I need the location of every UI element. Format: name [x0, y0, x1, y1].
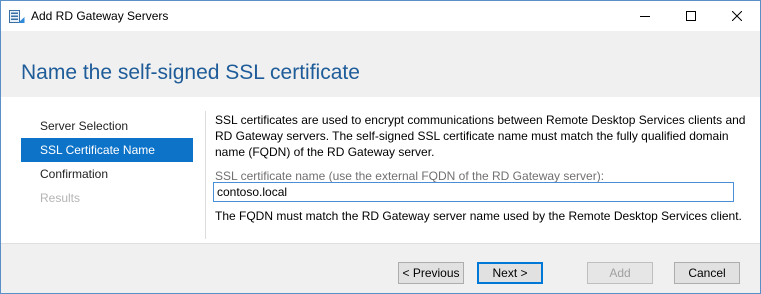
close-icon — [732, 11, 742, 21]
certificate-name-input[interactable] — [213, 182, 734, 202]
certificate-name-label: SSL certificate name (use the external F… — [215, 169, 605, 183]
fqdn-hint-text: The FQDN must match the RD Gateway serve… — [215, 209, 742, 223]
footer-divider — [1, 243, 760, 244]
minimize-icon — [640, 11, 650, 21]
nav-item-server-selection[interactable]: Server Selection — [21, 114, 193, 138]
server-manager-icon — [9, 9, 25, 23]
minimize-button[interactable] — [622, 1, 668, 31]
add-button: Add — [587, 262, 653, 284]
nav-item-ssl-certificate-name[interactable]: SSL Certificate Name — [21, 138, 193, 162]
nav-item-confirmation[interactable]: Confirmation — [21, 162, 193, 186]
description-text: SSL certificates are used to encrypt com… — [215, 113, 746, 159]
window-title: Add RD Gateway Servers — [31, 9, 169, 23]
nav-divider — [205, 111, 206, 239]
close-button[interactable] — [714, 1, 760, 31]
content-pane: Server Selection SSL Certificate Name Co… — [1, 97, 760, 243]
page-title: Name the self-signed SSL certificate — [21, 61, 360, 84]
cancel-button[interactable]: Cancel — [674, 262, 740, 284]
wizard-nav: Server Selection SSL Certificate Name Co… — [21, 114, 193, 210]
dialog-window: Add RD Gateway Servers Name the self-sig… — [0, 0, 761, 294]
title-bar[interactable]: Add RD Gateway Servers — [1, 1, 760, 31]
maximize-button[interactable] — [668, 1, 714, 31]
header-band: Name the self-signed SSL certificate — [1, 31, 760, 97]
nav-item-results: Results — [40, 191, 81, 205]
previous-button[interactable]: < Previous — [398, 262, 464, 284]
maximize-icon — [686, 11, 696, 21]
next-button[interactable]: Next > — [477, 262, 543, 284]
